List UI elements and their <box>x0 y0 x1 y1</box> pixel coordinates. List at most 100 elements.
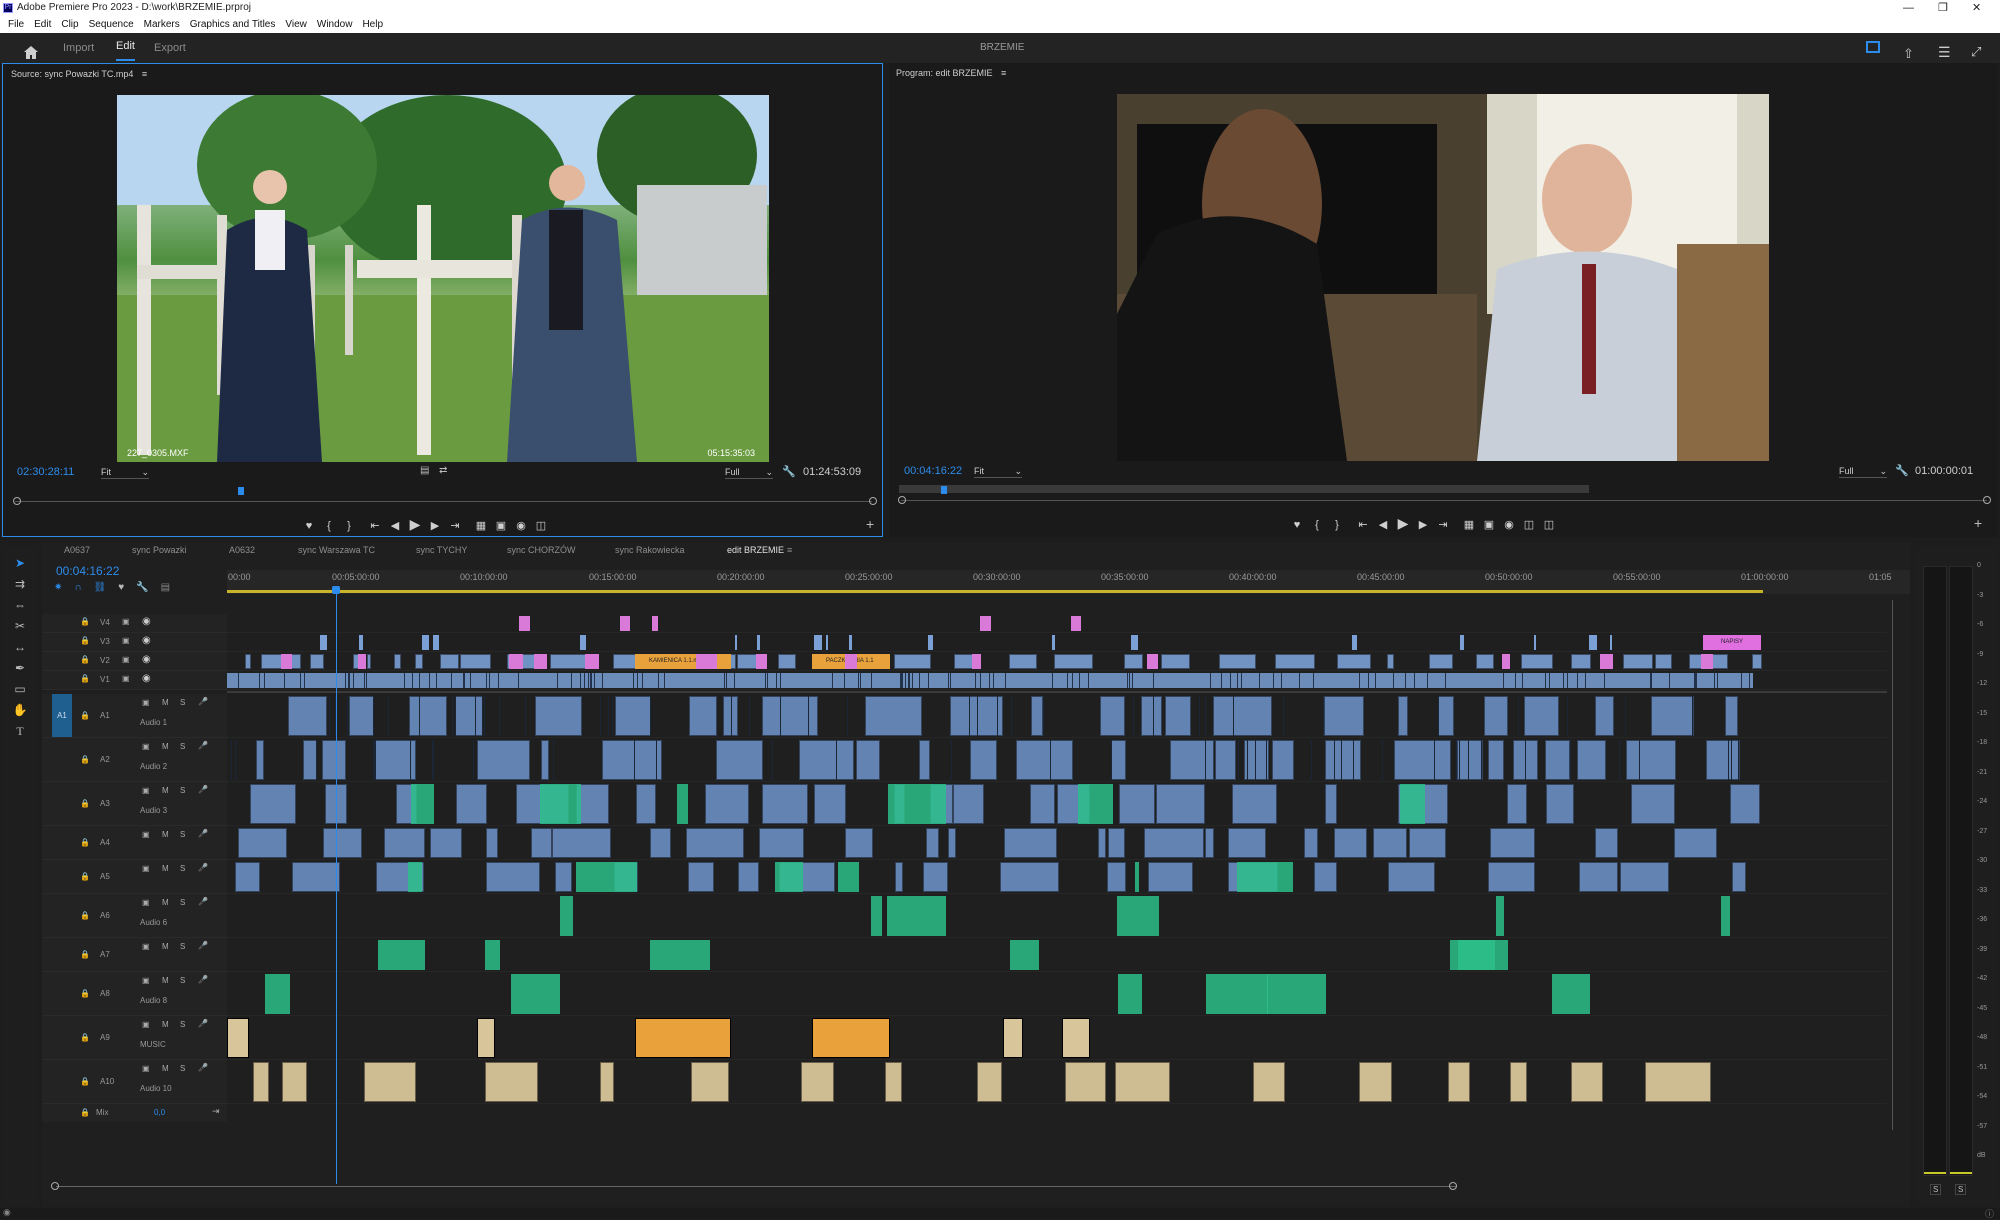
timeline-clip[interactable] <box>1107 828 1126 858</box>
timeline-clip[interactable] <box>969 740 998 780</box>
sequence-tab[interactable]: A0637 <box>64 542 90 558</box>
track-label[interactable]: A5 <box>100 872 110 881</box>
menu-window[interactable]: Window <box>317 19 353 30</box>
timeline-clip[interactable] <box>1253 1062 1286 1102</box>
timeline-clip[interactable] <box>1116 896 1160 936</box>
go-to-in-icon[interactable]: ⇤ <box>1353 518 1373 531</box>
scrollbar-left-handle[interactable] <box>51 1182 59 1190</box>
play-icon[interactable]: ▶ <box>1393 515 1413 532</box>
timeline-clip[interactable] <box>377 940 426 970</box>
track-label[interactable]: A9 <box>100 1033 110 1042</box>
timeline-clip[interactable] <box>244 654 251 669</box>
graphic-clip[interactable] <box>1071 616 1082 631</box>
timeline-clip[interactable] <box>320 635 327 650</box>
solo-button[interactable]: S <box>180 942 185 951</box>
timeline-clip[interactable] <box>1304 828 1319 858</box>
timeline-clip[interactable] <box>1215 740 1236 780</box>
timeline-clip[interactable] <box>1204 828 1214 858</box>
timeline-clip[interactable] <box>884 1062 903 1102</box>
timeline-clip[interactable] <box>635 784 656 824</box>
timeline-clip[interactable] <box>383 828 425 858</box>
track-label[interactable]: A1 <box>100 711 110 720</box>
go-to-out-icon[interactable]: ⇥ <box>1433 518 1453 531</box>
sequence-tab[interactable]: sync Rakowiecka <box>615 542 685 558</box>
timeline-clip[interactable] <box>287 696 328 736</box>
timeline-clip[interactable] <box>260 654 283 669</box>
timeline-clip[interactable] <box>1534 635 1537 650</box>
timeline-clip[interactable] <box>886 896 946 936</box>
info-icon[interactable]: ⓘ <box>1985 1207 1994 1220</box>
timeline-clip[interactable] <box>855 740 880 780</box>
timeline-clip[interactable] <box>1724 696 1738 736</box>
timeline-clip[interactable] <box>1506 784 1527 824</box>
timeline-clip[interactable] <box>1720 896 1730 936</box>
timeline-clip[interactable] <box>1232 784 1277 824</box>
source-add-button[interactable]: + <box>866 516 874 532</box>
timeline-clip[interactable] <box>323 828 363 858</box>
timeline-clip[interactable] <box>422 635 429 650</box>
track-label[interactable]: A3 <box>100 799 110 808</box>
toggle-sync-lock-icon[interactable]: ▣ <box>142 976 150 985</box>
work-area-bar[interactable] <box>227 590 1763 593</box>
eye-icon[interactable]: ◉ <box>142 616 151 627</box>
sequence-tab[interactable]: sync Powazki <box>132 542 187 558</box>
timeline-clip[interactable] <box>761 696 818 736</box>
timeline-clip[interactable] <box>1447 1062 1470 1102</box>
sequence-tab-active[interactable]: edit BRZEMIE <box>727 542 784 558</box>
timeline-clip[interactable] <box>1372 828 1407 858</box>
timeline-clip[interactable] <box>761 784 808 824</box>
microphone-icon[interactable]: 🎤 <box>198 785 208 794</box>
timeline-clip[interactable] <box>539 784 582 824</box>
timeline-clip[interactable] <box>531 828 552 858</box>
timeline-clip[interactable] <box>887 784 946 824</box>
timeline-clip[interactable] <box>256 740 265 780</box>
graphic-clip[interactable] <box>1700 654 1713 669</box>
menu-help[interactable]: Help <box>362 19 383 30</box>
timeline-clip[interactable] <box>1228 828 1266 858</box>
mark-out-icon[interactable]: } <box>339 520 359 532</box>
track-label[interactable]: A8 <box>100 989 110 998</box>
timeline-clip[interactable] <box>1130 635 1139 650</box>
button-editor-icon[interactable]: ◫ <box>531 519 551 532</box>
graphic-clip[interactable] <box>980 616 991 631</box>
step-back-icon[interactable]: ◀ <box>385 519 405 532</box>
program-fit-select[interactable]: Fit ⌄ <box>974 466 1022 478</box>
program-scrub-bar[interactable] <box>901 500 1987 501</box>
microphone-icon[interactable]: 🎤 <box>198 863 208 872</box>
music-clip[interactable] <box>635 1018 731 1058</box>
title-clip[interactable]: NAPISY <box>1703 635 1761 650</box>
timeline-clip[interactable] <box>1118 784 1156 824</box>
timeline-clip[interactable] <box>235 862 261 892</box>
timeline-clip[interactable] <box>1731 862 1746 892</box>
timeline-clip[interactable] <box>1589 635 1597 650</box>
timeline-clip[interactable] <box>1165 696 1192 736</box>
toggle-sync-lock-icon[interactable]: ▣ <box>142 1020 150 1029</box>
mute-button[interactable]: M <box>162 864 169 873</box>
timeline-clip[interactable] <box>1358 1062 1392 1102</box>
timeline-clip[interactable] <box>798 740 855 780</box>
lock-icon[interactable]: 🔒 <box>80 799 90 808</box>
timeline-clip[interactable] <box>1490 828 1535 858</box>
sequence-tab[interactable]: sync CHORZÓW <box>507 542 576 558</box>
timeline-settings-icon[interactable]: 🔧 <box>136 582 148 593</box>
timeline-clip[interactable] <box>615 696 651 736</box>
graphic-clip[interactable] <box>519 616 530 631</box>
timeline-clip[interactable] <box>1495 896 1504 936</box>
timeline-clip[interactable] <box>756 635 761 650</box>
track-label[interactable]: V4 <box>100 618 110 627</box>
timeline-clip[interactable] <box>1010 940 1039 970</box>
timeline-clip[interactable] <box>1161 654 1191 669</box>
menu-file[interactable]: File <box>8 19 24 30</box>
timeline-clip[interactable] <box>1644 1062 1712 1102</box>
timeline-clip[interactable] <box>1428 654 1453 669</box>
timeline-clip[interactable] <box>1236 862 1294 892</box>
timeline-clip[interactable] <box>1449 940 1496 970</box>
timeline-clip[interactable] <box>1594 828 1619 858</box>
add-marker-icon[interactable]: ♥ <box>118 582 124 593</box>
track-label[interactable]: A2 <box>100 755 110 764</box>
program-zoom-bar[interactable] <box>899 485 1589 493</box>
timeline-clip[interactable] <box>1065 1062 1106 1102</box>
lock-icon[interactable]: 🔒 <box>80 1077 90 1086</box>
lift-icon[interactable]: ▦ <box>1459 518 1479 531</box>
solo-button[interactable]: S <box>180 786 185 795</box>
